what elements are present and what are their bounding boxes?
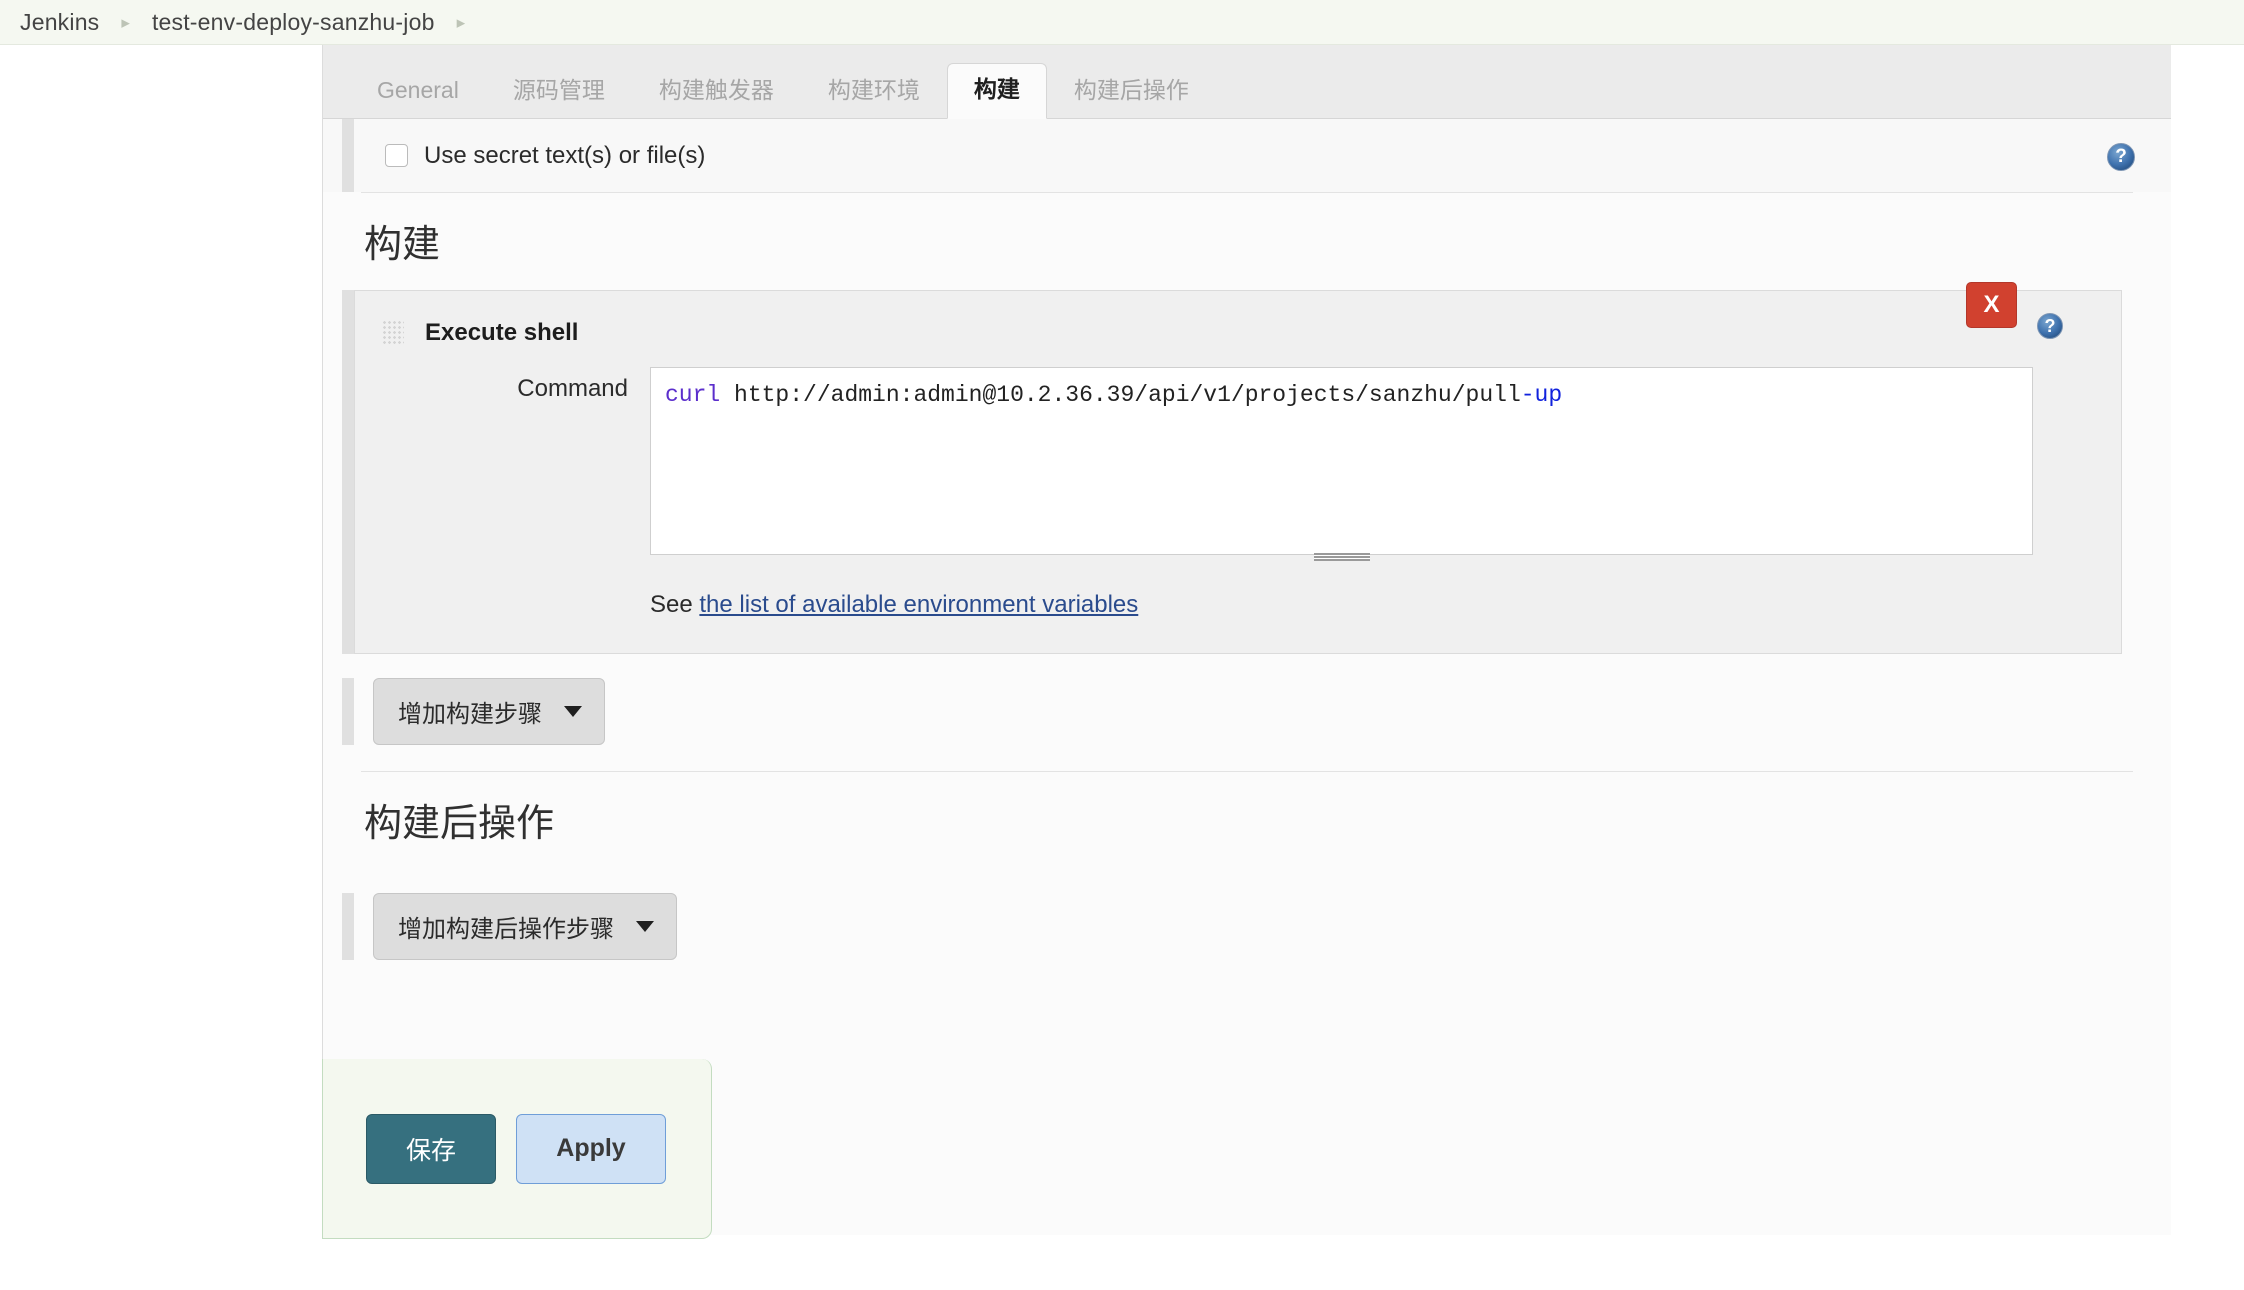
help-icon[interactable]: ? [2037,313,2063,339]
drag-handle-icon[interactable] [382,320,404,346]
use-secret-text-checkbox[interactable] [385,144,408,167]
form-action-bar: 保存 Apply [322,1059,712,1239]
resize-handle-icon[interactable] [1313,553,1370,561]
add-build-step-row: 增加构建步骤 [342,654,2171,771]
command-token-keyword: curl [665,382,721,408]
apply-button[interactable]: Apply [516,1113,666,1184]
tab-source-code-management[interactable]: 源码管理 [486,78,632,118]
breadcrumb-separator-icon: ▸ [121,12,130,32]
section-gutter [342,678,354,745]
tab-build-environment[interactable]: 构建环境 [801,78,947,118]
chevron-down-icon [636,921,654,932]
delete-step-button[interactable]: X [1966,282,2017,328]
section-gutter [342,290,354,654]
help-icon[interactable]: ? [2107,143,2135,171]
add-post-build-step-row: 增加构建后操作步骤 [342,869,2171,986]
add-post-build-step-button[interactable]: 增加构建后操作步骤 [373,893,677,960]
chevron-down-icon [564,706,582,717]
save-button[interactable]: 保存 [366,1113,496,1184]
tab-post-build-actions[interactable]: 构建后操作 [1047,78,1216,118]
see-prefix-text: See [650,591,693,618]
job-configure-panel: General 源码管理 构建触发器 构建环境 构建 构建后操作 Use sec… [322,45,2171,1235]
add-post-build-step-label: 增加构建后操作步骤 [398,916,614,943]
command-label: Command [517,375,628,402]
env-variables-link[interactable]: the list of available environment variab… [699,591,1138,618]
tab-build-triggers[interactable]: 构建触发器 [632,78,801,118]
breadcrumb-item-job[interactable]: test-env-deploy-sanzhu-job [152,9,435,36]
section-gutter [342,119,354,192]
breadcrumb-separator-icon[interactable]: ▸ [457,14,466,31]
add-build-step-button[interactable]: 增加构建步骤 [373,678,605,745]
build-section-heading: 构建 [364,224,441,266]
command-textarea[interactable]: curl http://admin:admin@10.2.36.39/api/v… [650,367,2033,555]
command-field-row: Command curl http://admin:admin@10.2.36.… [355,367,2121,555]
command-token-option: -up [1520,382,1563,408]
build-step-title: Execute shell [425,319,579,346]
build-step-execute-shell: X ? Execute shell Command curl http://ad… [354,282,2122,654]
use-secret-text-label: Use secret text(s) or file(s) [424,141,706,169]
tab-general[interactable]: General [350,78,486,118]
build-step-wrapper: X ? Execute shell Command curl http://ad… [342,282,2171,654]
breadcrumb: Jenkins ▸ test-env-deploy-sanzhu-job ▸ [0,0,2244,45]
use-secret-text-row: Use secret text(s) or file(s) ? [323,119,2171,192]
post-build-section-heading: 构建后操作 [364,803,555,845]
config-tab-bar: General 源码管理 构建触发器 构建环境 构建 构建后操作 [323,45,2171,119]
tab-build[interactable]: 构建 [946,63,1047,119]
breadcrumb-item-jenkins[interactable]: Jenkins [20,9,99,36]
command-token-plain: http://admin:admin@10.2.36.39/api/v1/pro… [720,382,1521,408]
add-build-step-label: 增加构建步骤 [398,701,542,728]
section-gutter [342,893,354,960]
env-variables-hint: See the list of available environment va… [355,561,2121,653]
build-step-header: Execute shell [355,291,2121,367]
